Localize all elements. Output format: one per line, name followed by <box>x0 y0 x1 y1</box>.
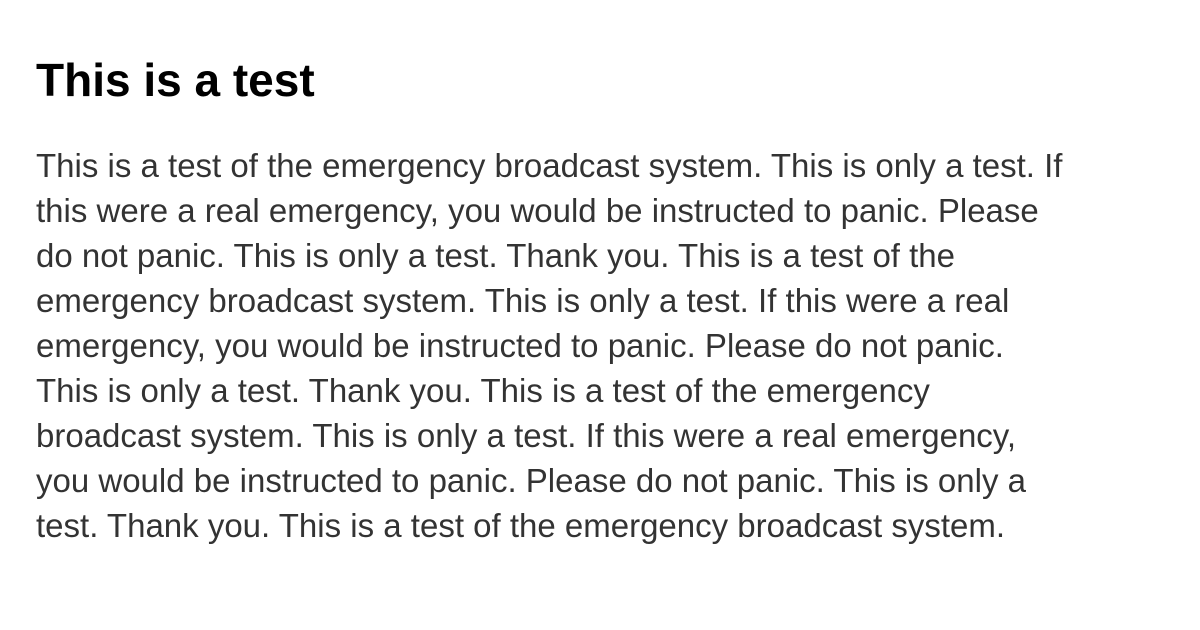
body-paragraph: This is a test of the emergency broadcas… <box>36 143 1176 548</box>
paragraph-line: This is a test of the emergency broadcas… <box>36 147 1063 184</box>
paragraph-line: do not panic. This is only a test. Thank… <box>36 237 956 274</box>
paragraph-line: broadcast system. This is only a test. I… <box>36 417 1017 454</box>
paragraph-line: this were a real emergency, you would be… <box>36 192 1039 229</box>
page-title: This is a test <box>36 54 315 106</box>
page: This is a test This is a test of the eme… <box>0 0 1200 630</box>
paragraph-line: This is only a test. Thank you. This is … <box>36 372 930 409</box>
paragraph-line: test. Thank you. This is a test of the e… <box>36 507 1006 544</box>
paragraph-line: you would be instructed to panic. Please… <box>36 462 1026 499</box>
paragraph-line: emergency, you would be instructed to pa… <box>36 327 1004 364</box>
paragraph-line: emergency broadcast system. This is only… <box>36 282 1010 319</box>
